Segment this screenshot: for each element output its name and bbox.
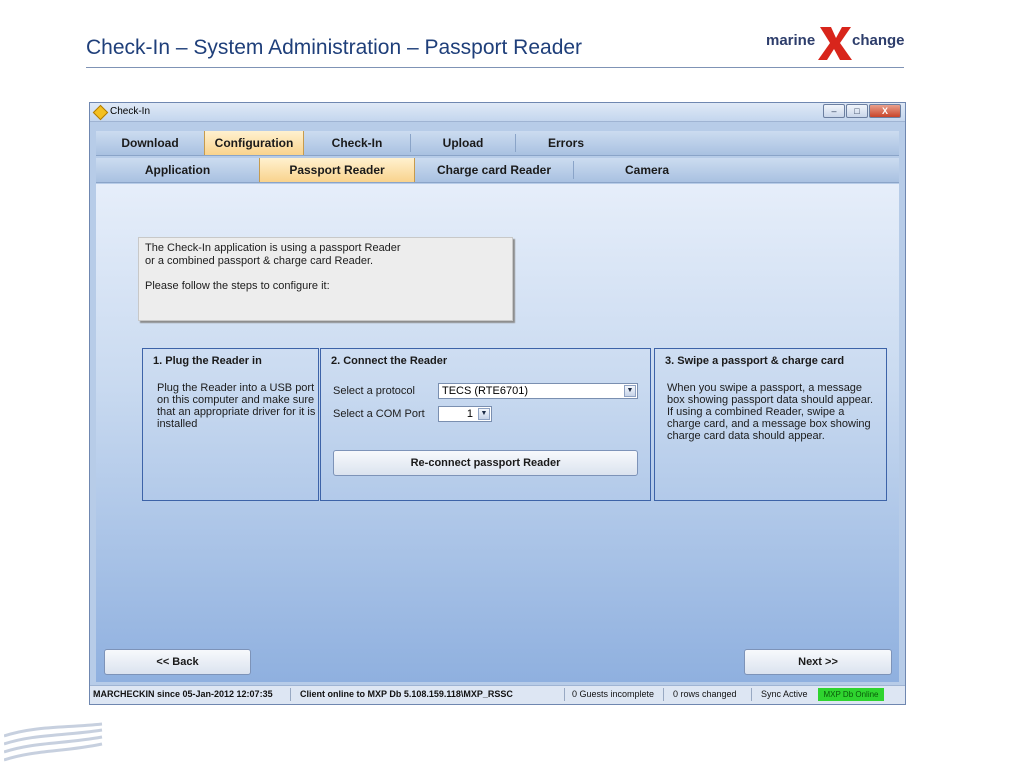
close-button[interactable]: X: [869, 104, 901, 118]
protocol-selected-value: TECS (RTE6701): [442, 385, 528, 397]
window-controls: – □ X: [822, 104, 901, 118]
minimize-button[interactable]: –: [823, 104, 845, 118]
waves-decoration-icon: [4, 722, 103, 762]
status-sync: Sync Active: [761, 689, 808, 699]
window-title: Check-In: [110, 106, 151, 117]
status-separator: [564, 688, 565, 701]
status-separator: [751, 688, 752, 701]
app-window: Check-In – □ X Download Configuration Ch…: [89, 102, 906, 705]
com-port-label: Select a COM Port: [333, 408, 425, 420]
tab-check-in[interactable]: Check-In: [304, 131, 410, 155]
tab-camera[interactable]: Camera: [574, 158, 720, 182]
status-rows: 0 rows changed: [673, 689, 737, 699]
tab-download[interactable]: Download: [96, 131, 204, 155]
step1-title: 1. Plug the Reader in: [153, 355, 262, 367]
protocol-select[interactable]: TECS (RTE6701) ▼: [438, 383, 638, 399]
back-button[interactable]: << Back: [104, 649, 251, 675]
chevron-down-icon[interactable]: ▼: [478, 408, 490, 420]
next-button[interactable]: Next >>: [744, 649, 892, 675]
step1-text: Plug the Reader into a USB port on this …: [157, 382, 316, 430]
db-online-indicator: MXP Db Online: [818, 688, 884, 701]
step2-title: 2. Connect the Reader: [331, 355, 448, 367]
window-titlebar[interactable]: Check-In – □ X: [90, 103, 905, 122]
step3-text: When you swipe a passport, a message box…: [667, 382, 874, 442]
status-bar: MARCHECKIN since 05-Jan-2012 12:07:35 Cl…: [90, 685, 905, 704]
app-icon: [92, 104, 109, 121]
step1-panel: 1. Plug the Reader in Plug the Reader in…: [142, 348, 319, 501]
intro-line-2: or a combined passport & charge card Rea…: [145, 255, 374, 267]
step2-panel: 2. Connect the Reader Select a protocol …: [320, 348, 651, 501]
slide-divider: [86, 67, 904, 68]
logo-text-left: marine: [766, 32, 816, 49]
slide-title: Check-In – System Administration – Passp…: [86, 36, 583, 59]
tab-passport-reader[interactable]: Passport Reader: [259, 158, 415, 182]
maximize-button[interactable]: □: [846, 104, 868, 118]
com-port-select[interactable]: 1 ▼: [438, 406, 492, 422]
tab-configuration[interactable]: Configuration: [204, 131, 304, 155]
reconnect-reader-button[interactable]: Re-connect passport Reader: [333, 450, 638, 476]
intro-line-1: The Check-In application is using a pass…: [145, 242, 401, 254]
marinexchange-logo: marine change: [766, 24, 906, 64]
tab-charge-card-reader[interactable]: Charge card Reader: [415, 158, 573, 182]
status-separator: [663, 688, 664, 701]
status-client: Client online to MXP Db 5.108.159.118\MX…: [300, 689, 513, 699]
main-tab-bar: Download Configuration Check-In Upload E…: [96, 131, 899, 156]
logo-text-right: change: [852, 32, 905, 49]
status-since: MARCHECKIN since 05-Jan-2012 12:07:35: [93, 689, 273, 699]
status-guests: 0 Guests incomplete: [572, 689, 655, 699]
logo-x-icon: [818, 27, 852, 60]
step3-panel: 3. Swipe a passport & charge card When y…: [654, 348, 887, 501]
step3-title: 3. Swipe a passport & charge card: [665, 355, 845, 367]
status-separator: [290, 688, 291, 701]
intro-box: The Check-In application is using a pass…: [138, 237, 513, 321]
tab-errors[interactable]: Errors: [516, 131, 616, 155]
com-port-selected-value: 1: [466, 408, 473, 420]
tab-upload[interactable]: Upload: [411, 131, 515, 155]
protocol-label: Select a protocol: [333, 385, 415, 397]
chevron-down-icon[interactable]: ▼: [624, 385, 636, 397]
intro-line-3: Please follow the steps to configure it:: [145, 280, 330, 292]
sub-tab-bar: Application Passport Reader Charge card …: [96, 158, 899, 183]
tab-application[interactable]: Application: [96, 158, 259, 182]
